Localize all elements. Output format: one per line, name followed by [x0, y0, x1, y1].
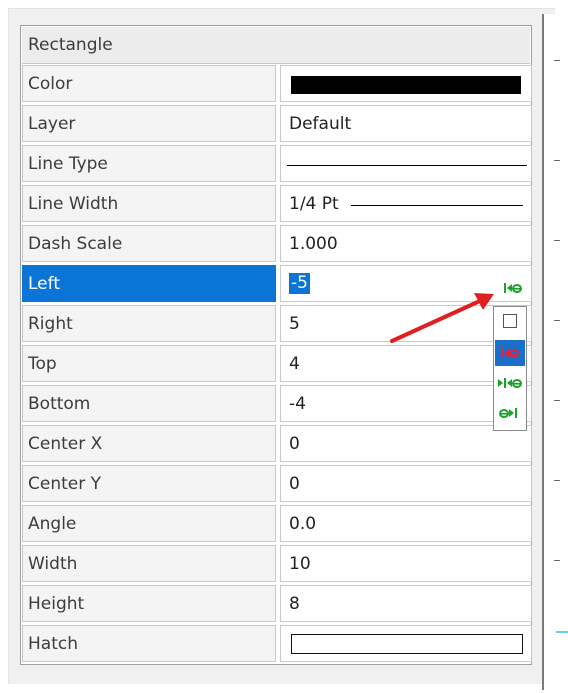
- property-name-cell[interactable]: Height: [22, 585, 276, 622]
- property-row-center-y[interactable]: Center Y 0: [22, 465, 532, 504]
- snap-option-none[interactable]: [495, 309, 525, 335]
- property-label: Right: [28, 314, 73, 334]
- property-value: 5: [289, 314, 300, 334]
- property-name-cell[interactable]: Top: [22, 345, 276, 382]
- snap-dropdown-button[interactable]: [484, 278, 528, 298]
- property-row-center-x[interactable]: Center X 0: [22, 425, 532, 464]
- property-value-cell[interactable]: 0.0: [280, 505, 532, 542]
- property-value-cell[interactable]: [280, 145, 532, 182]
- property-value: 10: [289, 554, 311, 574]
- property-row-hatch[interactable]: Hatch: [22, 625, 532, 664]
- property-row-left[interactable]: Left -5: [22, 265, 532, 304]
- property-grid: Rectangle Color Layer Default Line Type Line…: [20, 25, 532, 665]
- grid-header: Rectangle: [22, 27, 530, 64]
- ruler-tick: [554, 160, 560, 161]
- property-name-cell[interactable]: Hatch: [22, 625, 276, 662]
- ruler-tick: [554, 60, 560, 61]
- property-name-cell[interactable]: Width: [22, 545, 276, 582]
- property-value: -4: [289, 394, 306, 414]
- property-label: Top: [28, 354, 57, 374]
- property-value: 4: [289, 354, 300, 374]
- property-label: Angle: [28, 514, 77, 534]
- property-label: Width: [28, 554, 78, 574]
- snap-menu: [493, 306, 527, 431]
- ruler-tick: [554, 320, 560, 321]
- property-name-cell[interactable]: Center X: [22, 425, 276, 462]
- property-label: Center X: [28, 434, 103, 454]
- property-name-cell[interactable]: Dash Scale: [22, 225, 276, 262]
- property-label: Hatch: [28, 634, 78, 654]
- property-row-right[interactable]: Right 5: [22, 305, 532, 344]
- property-label: Left: [28, 274, 60, 294]
- property-row-bottom[interactable]: Bottom -4: [22, 385, 532, 424]
- property-row-height[interactable]: Height 8: [22, 585, 532, 624]
- property-label: Dash Scale: [28, 234, 123, 254]
- property-row-dash-scale[interactable]: Dash Scale 1.000: [22, 225, 532, 264]
- property-label: Bottom: [28, 394, 91, 414]
- property-name-cell[interactable]: Line Width: [22, 185, 276, 222]
- snap-right-icon: [499, 408, 517, 418]
- property-value-cell[interactable]: Default: [280, 105, 532, 142]
- ruler-tick: [554, 480, 560, 481]
- property-value-cell[interactable]: 1/4 Pt: [280, 185, 532, 222]
- snap-option-left[interactable]: [495, 340, 525, 366]
- property-value-cell[interactable]: [280, 65, 532, 102]
- property-row-color[interactable]: Color: [22, 65, 532, 104]
- property-name-cell[interactable]: Angle: [22, 505, 276, 542]
- property-name-cell[interactable]: Color: [22, 65, 276, 102]
- property-row-width[interactable]: Width 10: [22, 545, 532, 584]
- property-label: Color: [28, 74, 73, 94]
- property-name-cell[interactable]: Layer: [22, 105, 276, 142]
- property-name-cell[interactable]: Bottom: [22, 385, 276, 422]
- property-value: 0.0: [289, 514, 317, 534]
- property-label: Line Width: [28, 194, 119, 214]
- snap-left-icon: [501, 348, 519, 358]
- property-name-cell[interactable]: Left: [22, 265, 276, 302]
- ruler-tick: [554, 560, 560, 561]
- property-value: 1/4 Pt: [289, 194, 339, 214]
- snap-left-icon: [484, 278, 528, 298]
- property-row-line-width[interactable]: Line Width 1/4 Pt: [22, 185, 532, 224]
- property-label: Layer: [28, 114, 76, 134]
- property-value-cell[interactable]: 1.000: [280, 225, 532, 262]
- ruler-marker: [556, 631, 568, 633]
- line-width-sample: [351, 205, 523, 206]
- property-name-cell[interactable]: Line Type: [22, 145, 276, 182]
- property-value: 1.000: [289, 234, 338, 254]
- snap-option-right[interactable]: [495, 400, 525, 426]
- property-value: 0: [289, 434, 300, 454]
- color-swatch[interactable]: [291, 76, 521, 94]
- property-row-line-type[interactable]: Line Type: [22, 145, 532, 184]
- property-value-input[interactable]: -5: [289, 273, 310, 294]
- property-value-cell[interactable]: 0: [280, 465, 532, 502]
- property-value-cell[interactable]: 8: [280, 585, 532, 622]
- property-value-cell[interactable]: [280, 625, 532, 662]
- property-row-angle[interactable]: Angle 0.0: [22, 505, 532, 544]
- property-name-cell[interactable]: Center Y: [22, 465, 276, 502]
- property-value: 8: [289, 594, 300, 614]
- object-type-label: Rectangle: [28, 35, 113, 55]
- property-value: 0: [289, 474, 300, 494]
- property-row-layer[interactable]: Layer Default: [22, 105, 532, 144]
- property-name-cell[interactable]: Right: [22, 305, 276, 342]
- property-value: Default: [289, 114, 352, 134]
- property-row-top[interactable]: Top 4: [22, 345, 532, 384]
- property-label: Center Y: [28, 474, 102, 494]
- ruler-tick: [554, 400, 560, 401]
- snap-center-icon: [498, 378, 522, 388]
- line-type-sample: [287, 165, 527, 166]
- property-label: Height: [28, 594, 85, 614]
- hatch-pattern-box[interactable]: [291, 634, 523, 654]
- checkbox-empty-icon: [503, 314, 517, 328]
- property-value-cell[interactable]: 10: [280, 545, 532, 582]
- snap-option-center[interactable]: [495, 370, 525, 396]
- side-ruler: [542, 14, 558, 690]
- ruler-tick: [554, 240, 560, 241]
- property-label: Line Type: [28, 154, 108, 174]
